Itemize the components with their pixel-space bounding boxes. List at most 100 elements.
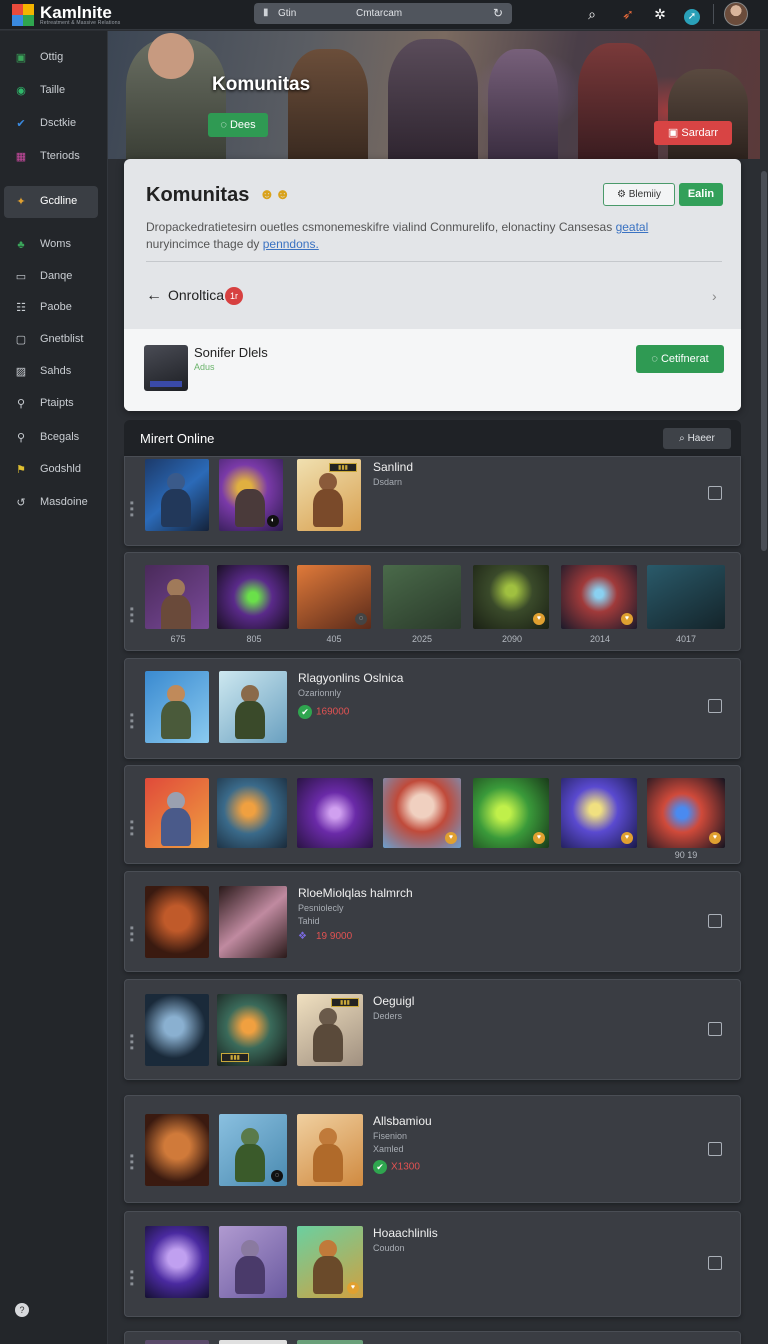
list-item[interactable]: [124, 1331, 741, 1344]
check-icon: ✔: [373, 1160, 387, 1174]
scrollbar-thumb[interactable]: [761, 171, 767, 551]
game-thumbnail[interactable]: ▮▮▮: [297, 459, 361, 531]
sidebar-item-label: Taille: [40, 84, 66, 96]
row-title: Rlagyonlins Oslnica: [298, 671, 404, 685]
game-thumbnail[interactable]: [297, 1340, 363, 1344]
sidebar-item-gcdline[interactable]: ✦ Gcdline: [4, 186, 98, 218]
list-item[interactable]: ■■■ ▮▮▮ ▮▮▮ Oeguigl Deders: [124, 979, 741, 1080]
game-thumbnail[interactable]: [647, 565, 725, 629]
sidebar-item-dsctkie[interactable]: ✔ Dsctkie: [0, 108, 108, 140]
game-thumbnail[interactable]: ◌: [297, 565, 371, 629]
game-thumbnail[interactable]: ♥: [473, 565, 549, 629]
sidebar-item-godshld[interactable]: ⚑ Godshld: [0, 454, 108, 486]
sidebar-item-tteriods[interactable]: ▦ Tteriods: [0, 141, 108, 173]
game-thumbnail[interactable]: ▮▮▮: [217, 994, 287, 1066]
game-thumbnail[interactable]: [297, 778, 373, 848]
game-thumbnail[interactable]: [145, 459, 209, 531]
sidebar-item-taille[interactable]: ◉ Taille: [0, 75, 108, 107]
row-checkbox[interactable]: [708, 1142, 722, 1156]
game-thumbnail[interactable]: [145, 565, 209, 629]
list-item[interactable]: ■■■ ♥ Hoaachlinlis Coudon: [124, 1211, 741, 1317]
sidebar-item-bcegals[interactable]: ⚲ Bcegals: [0, 422, 108, 454]
row-subtitle: Fisenion: [373, 1131, 408, 1141]
row-checkbox[interactable]: [708, 1256, 722, 1270]
monitor-icon: ▭: [15, 271, 27, 283]
game-thumbnail[interactable]: [297, 1114, 363, 1186]
sidebar-item-masdoine[interactable]: ↺ Masdoine: [0, 487, 108, 519]
sidebar-item-paobe[interactable]: ☷ Paobe: [0, 292, 108, 324]
row-checkbox[interactable]: [708, 914, 722, 928]
game-thumbnail[interactable]: ♥: [383, 778, 461, 848]
game-thumbnail[interactable]: ♥: [561, 778, 637, 848]
thumbnail-label: 4017: [675, 634, 697, 644]
list-item[interactable]: ■■■ ◐ ▮▮▮ Sanlind Dsdarn: [124, 456, 741, 546]
sidebar-item-label: Godshld: [40, 463, 81, 475]
settings-icon[interactable]: ✲: [650, 4, 670, 24]
search-tab-label[interactable]: Gtin: [278, 8, 296, 19]
sidebar-item-sahds[interactable]: ▨ Sahds: [0, 356, 108, 388]
chevron-right-icon[interactable]: ›: [712, 288, 717, 304]
app-logo-icon[interactable]: [12, 4, 34, 26]
game-thumbnail[interactable]: [145, 886, 209, 958]
refresh-icon: ↺: [16, 497, 26, 509]
sidebar-item-ottig[interactable]: ▣ Ottig: [0, 42, 108, 74]
game-thumbnail[interactable]: ♥: [297, 1226, 363, 1298]
game-thumbnail[interactable]: ◌: [219, 1114, 287, 1186]
sidebar-item-ptaipts[interactable]: ⚲ Ptaipts: [0, 388, 108, 420]
toolbar-divider: [713, 4, 714, 24]
game-thumbnail[interactable]: [383, 565, 461, 629]
sidebar-item-danqe[interactable]: ▭ Danqe: [0, 261, 108, 293]
banner-join-button[interactable]: ◌ Dees: [208, 113, 268, 137]
game-thumbnail[interactable]: [145, 671, 209, 743]
compass-icon[interactable]: ➚: [682, 4, 702, 25]
game-thumbnail[interactable]: [145, 1226, 209, 1298]
game-thumbnail[interactable]: ♥: [561, 565, 637, 629]
row-checkbox[interactable]: [708, 1022, 722, 1036]
row-side-label: ■■■: [129, 1032, 135, 1050]
game-thumbnail[interactable]: [217, 778, 287, 848]
help-icon[interactable]: ?: [15, 1303, 29, 1317]
sidebar-item-woms[interactable]: ♣ Woms: [0, 229, 108, 261]
row-checkbox[interactable]: [708, 699, 722, 713]
game-thumbnail[interactable]: [219, 1226, 287, 1298]
thumbnail-label: 805: [246, 634, 262, 644]
community-card: Komunitas ☻☻ ⚙ Blemiiy Ealin Dropackedra…: [124, 159, 741, 411]
list-item[interactable]: ■■■ Rlagyonlins Oslnica Ozarionnly ✔ 1690…: [124, 658, 741, 759]
description-link[interactable]: penndons.: [263, 237, 319, 251]
banner-figure: [668, 69, 748, 159]
scrollbar[interactable]: [760, 31, 768, 1344]
game-thumbnail[interactable]: [219, 671, 287, 743]
banner-report-button[interactable]: ▣ Sardarr: [654, 121, 732, 145]
user-avatar[interactable]: [724, 2, 748, 26]
game-thumbnail[interactable]: ♥: [647, 778, 725, 848]
item-name: Sonifer Dlels: [194, 345, 268, 360]
search-button[interactable]: ⌕ Haeer: [663, 428, 731, 449]
game-thumbnail[interactable]: [145, 1114, 209, 1186]
description-link[interactable]: geatal: [616, 220, 649, 234]
confirm-button[interactable]: ◌ Cetifnerat: [636, 345, 724, 373]
list-item[interactable]: ■■■ RloeMiolqlas halmrch Pesniolecly Tah…: [124, 871, 741, 972]
settings-button[interactable]: ⚙ Blemiiy: [603, 183, 675, 206]
row-side-label: ■■■: [129, 1152, 135, 1170]
featured-item: Sonifer Dlels Adus ◌ Cetifnerat: [124, 329, 741, 411]
row-checkbox[interactable]: [708, 486, 722, 500]
game-thumbnail[interactable]: [145, 1340, 209, 1344]
check-icon: ✔: [16, 118, 26, 130]
game-thumbnail[interactable]: [219, 1340, 287, 1344]
game-thumbnail[interactable]: [145, 778, 209, 848]
online-list-header: Mirert Online ⌕ Haeer: [124, 420, 741, 456]
search-bar[interactable]: ▮ Gtin Cmtarcam ↻: [254, 3, 512, 24]
game-thumbnail[interactable]: [219, 886, 287, 958]
search-icon[interactable]: ⌕: [582, 4, 602, 24]
refresh-icon[interactable]: ↻: [493, 6, 503, 20]
game-thumbnail[interactable]: ♥: [473, 778, 549, 848]
rocket-icon[interactable]: ➶: [618, 4, 638, 24]
sidebar-item-gnetblist[interactable]: ▢ Gnetblist: [0, 324, 108, 356]
list-item[interactable]: ■■■ ◌ Allsbamiou Fisenion Xamled ✔ X1300: [124, 1095, 741, 1203]
game-thumbnail[interactable]: ◐: [219, 459, 283, 531]
game-thumbnail[interactable]: [217, 565, 289, 629]
game-thumbnail[interactable]: ▮▮▮: [297, 994, 363, 1066]
back-link[interactable]: ← Onroltica: [146, 287, 224, 305]
game-thumbnail[interactable]: [145, 994, 209, 1066]
edit-button[interactable]: Ealin: [679, 183, 723, 206]
